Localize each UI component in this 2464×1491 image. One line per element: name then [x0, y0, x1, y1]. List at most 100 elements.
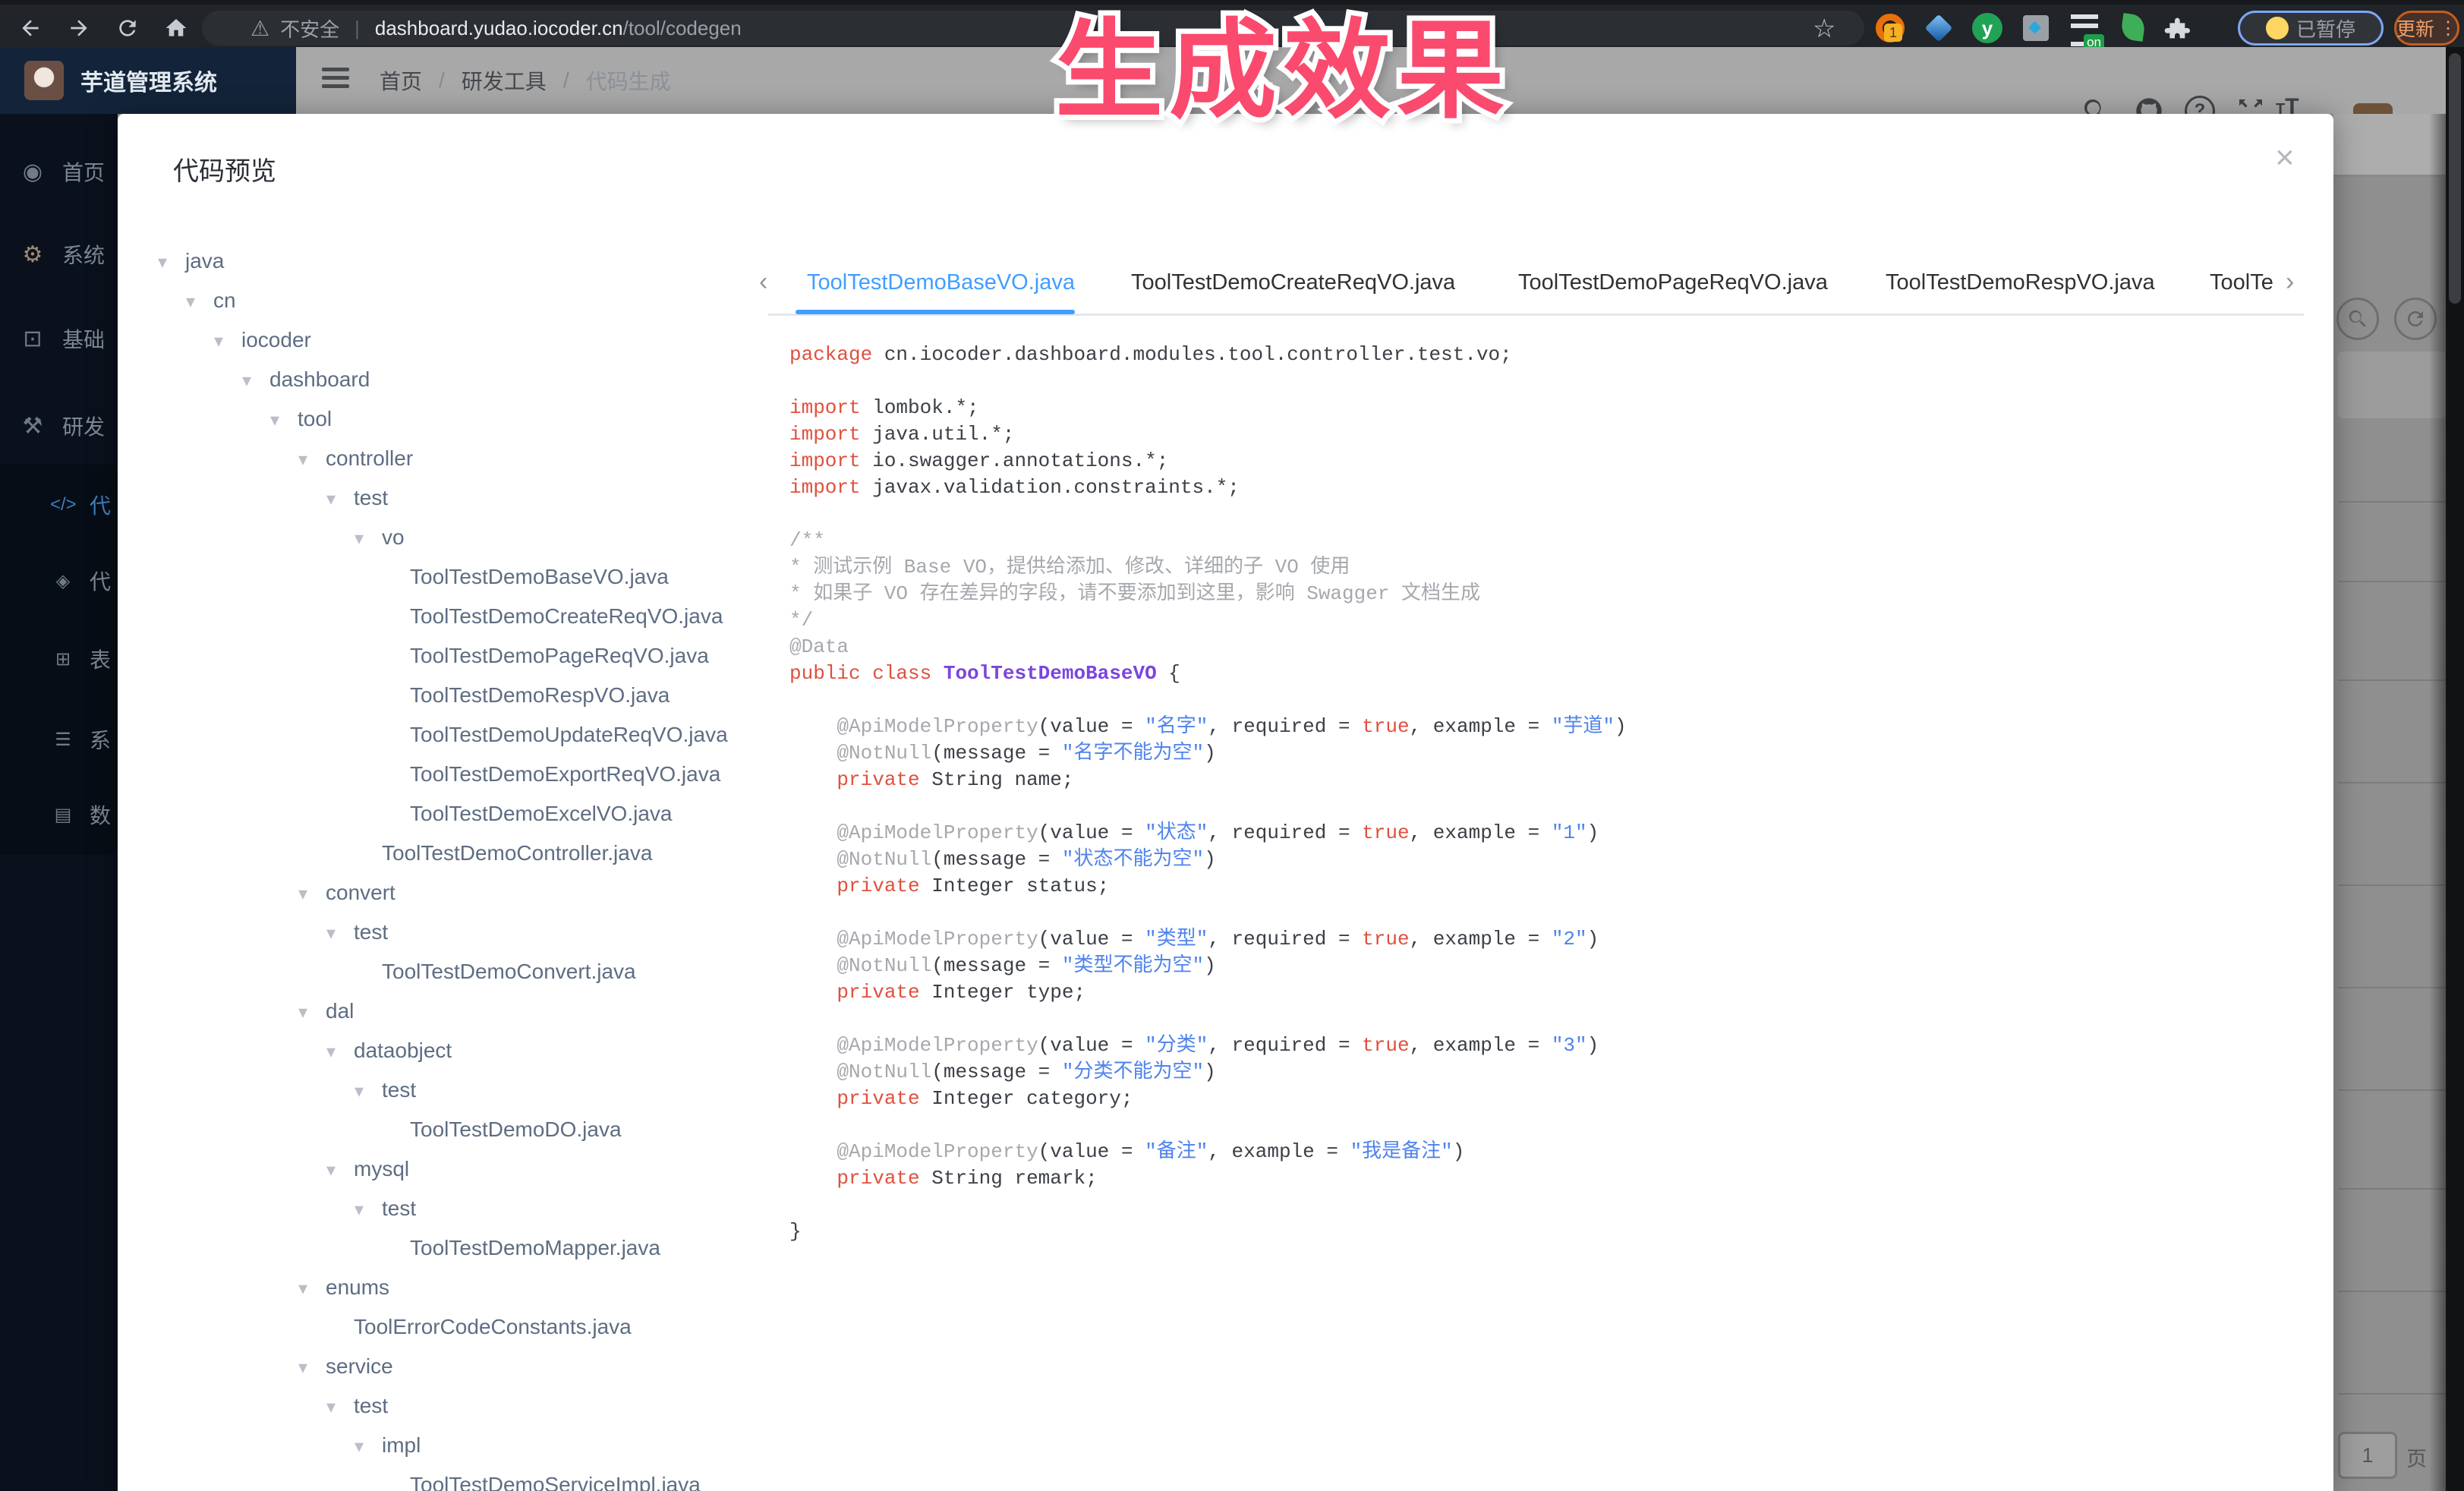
sidebar: ◉首页 ⚙系统 ⊡基础 ⚒研发 </>代 ◈代 ⊞表 ☰系 ▤数 — [0, 114, 118, 1491]
scrollbar-thumb[interactable] — [2449, 53, 2461, 304]
code-line — [789, 501, 2292, 528]
caret-down-icon: ▾ — [354, 519, 382, 559]
hamburger-icon[interactable] — [322, 68, 349, 93]
tree-file[interactable]: ToolTestDemoDO.java — [383, 1110, 622, 1149]
url-domain[interactable]: dashboard.yudao.iocoder.cn — [375, 17, 623, 40]
tree-folder[interactable]: ▾cn — [186, 281, 236, 320]
profile-emoji-icon — [2266, 17, 2289, 39]
sidebar-subitem[interactable]: </>代 — [0, 485, 118, 525]
tree-file[interactable]: ToolTestDemoPageReqVO.java — [383, 636, 709, 676]
file-tab[interactable]: ToolTestDemoBaseVO.java — [807, 266, 1075, 299]
address-divider: | — [354, 17, 360, 40]
file-tab[interactable]: ToolTe — [2210, 266, 2286, 299]
tree-file[interactable]: ToolTestDemoRespVO.java — [383, 676, 670, 715]
tree-folder[interactable]: ▾tool — [270, 399, 332, 439]
tree-folder[interactable]: ▾test — [326, 478, 388, 518]
tree-folder[interactable]: ▾dataobject — [326, 1031, 452, 1070]
monitor-icon: ⊡ — [20, 326, 46, 352]
extension-list-icon[interactable]: on — [2068, 11, 2101, 45]
tree-node-label: ToolTestDemoServiceImpl.java — [410, 1473, 701, 1491]
tree-folder[interactable]: ▾dal — [298, 991, 354, 1031]
file-tab[interactable]: ToolTestDemoPageReqVO.java — [1518, 266, 1828, 299]
code-line: /** — [789, 528, 2292, 554]
tree-folder[interactable]: ▾vo — [354, 518, 405, 557]
code-line — [789, 793, 2292, 820]
sidebar-subitem[interactable]: ☰系 — [0, 720, 118, 759]
extensions-puzzle-icon[interactable] — [2162, 11, 2195, 45]
search-round-button[interactable] — [2336, 298, 2379, 340]
sidebar-subitem[interactable]: ▤数 — [0, 795, 118, 834]
profile-paused-button[interactable]: 已暂停 — [2238, 11, 2384, 46]
home-icon[interactable] — [164, 16, 188, 40]
tree-folder[interactable]: ▾test — [326, 1386, 388, 1426]
tabs-scroll-right-icon[interactable]: › — [2286, 267, 2294, 297]
tabs-scroll-left-icon[interactable]: ‹ — [759, 267, 767, 297]
sidebar-item[interactable]: ⚒研发 — [0, 406, 118, 446]
caret-down-icon: ▾ — [326, 914, 354, 954]
close-icon[interactable]: × — [2275, 141, 2295, 175]
tree-file[interactable]: ToolTestDemoMapper.java — [383, 1228, 660, 1268]
file-tab[interactable]: ToolTestDemoRespVO.java — [1886, 266, 2155, 299]
page-number-input[interactable]: 1 — [2338, 1432, 2397, 1479]
tree-folder[interactable]: ▾dashboard — [242, 360, 370, 399]
breadcrumb-tools[interactable]: 研发工具 — [462, 65, 547, 96]
code-line: @ApiModelProperty(value = "状态", required… — [789, 820, 2292, 846]
extension-grid-icon[interactable] — [2019, 11, 2053, 45]
extension-gem-icon[interactable] — [1922, 11, 1955, 45]
sidebar-subitem[interactable]: ◈代 — [0, 561, 118, 600]
tree-file[interactable]: ToolTestDemoUpdateReqVO.java — [383, 715, 728, 755]
tree-file[interactable]: ToolTestDemoBaseVO.java — [383, 557, 669, 597]
sidebar-subitem-label: 代 — [90, 490, 111, 520]
tree-file[interactable]: ToolErrorCodeConstants.java — [326, 1307, 632, 1347]
tree-file[interactable]: ToolTestDemoConvert.java — [354, 952, 636, 991]
caret-down-icon: ▾ — [326, 480, 354, 519]
tree-node-label: ToolTestDemoExcelVO.java — [410, 802, 672, 825]
browser-menu-icon[interactable]: ⋮ — [2439, 17, 2457, 39]
tree-file[interactable]: ToolTestDemoController.java — [354, 834, 652, 873]
tree-node-label: ToolTestDemoPageReqVO.java — [410, 644, 709, 667]
tree-node-label: ToolTestDemoBaseVO.java — [410, 565, 669, 588]
tree-node-label: dataobject — [354, 1039, 452, 1062]
tree-folder[interactable]: ▾convert — [298, 873, 395, 913]
address-bar[interactable]: ⚠ 不安全 | dashboard.yudao.iocoder.cn/tool/… — [202, 11, 1864, 46]
bookmark-star-icon[interactable]: ☆ — [1813, 14, 1835, 44]
extension-badge: 1 — [1884, 24, 1902, 42]
code-line: import java.util.*; — [789, 421, 2292, 448]
back-icon[interactable] — [18, 16, 43, 40]
logo-block[interactable]: 芋道管理系统 — [0, 47, 296, 114]
tree-folder[interactable]: ▾iocoder — [214, 320, 311, 360]
tree-folder[interactable]: ▾service — [298, 1347, 393, 1386]
tree-folder[interactable]: ▾test — [326, 913, 388, 952]
tree-file[interactable]: ToolTestDemoCreateReqVO.java — [383, 597, 723, 636]
sidebar-item[interactable]: ⊡基础 — [0, 319, 118, 358]
browser-update-button[interactable]: 更新 ⋮ — [2394, 11, 2459, 46]
code-line: private Integer type; — [789, 979, 2292, 1006]
tree-file[interactable]: ToolTestDemoServiceImpl.java — [383, 1465, 701, 1491]
security-label[interactable]: 不安全 — [280, 14, 339, 43]
tree-folder[interactable]: ▾mysql — [326, 1149, 409, 1189]
sidebar-subitem[interactable]: ⊞表 — [0, 639, 118, 679]
extension-green-icon[interactable]: y — [1971, 11, 2004, 45]
code-line — [789, 1112, 2292, 1139]
annotation-text: 生成效果 — [1055, 11, 1511, 132]
extension-sprout-icon[interactable] — [2116, 11, 2150, 45]
breadcrumb-home[interactable]: 首页 — [380, 65, 422, 96]
tree-folder[interactable]: ▾enums — [298, 1268, 389, 1307]
url-path[interactable]: /tool/codegen — [623, 17, 742, 40]
tree-node-label: dal — [326, 999, 354, 1023]
reload-icon[interactable] — [115, 16, 140, 40]
tree-folder[interactable]: ▾controller — [298, 439, 413, 478]
sidebar-item[interactable]: ⚙系统 — [0, 235, 118, 274]
breadcrumb: 首页 / 研发工具 / 代码生成 — [380, 47, 671, 114]
forward-icon[interactable] — [67, 16, 91, 40]
tree-folder[interactable]: ▾test — [354, 1070, 416, 1110]
extension-orange-icon[interactable]: 1 — [1873, 11, 1907, 45]
tree-file[interactable]: ToolTestDemoExcelVO.java — [383, 794, 672, 834]
code-line: @Data — [789, 634, 2292, 660]
tree-folder[interactable]: ▾java — [158, 241, 224, 281]
tree-file[interactable]: ToolTestDemoExportReqVO.java — [383, 755, 720, 794]
tree-folder[interactable]: ▾impl — [354, 1426, 421, 1465]
tree-folder[interactable]: ▾test — [354, 1189, 416, 1228]
file-tab[interactable]: ToolTestDemoCreateReqVO.java — [1131, 266, 1455, 299]
sidebar-item[interactable]: ◉首页 — [0, 152, 118, 191]
